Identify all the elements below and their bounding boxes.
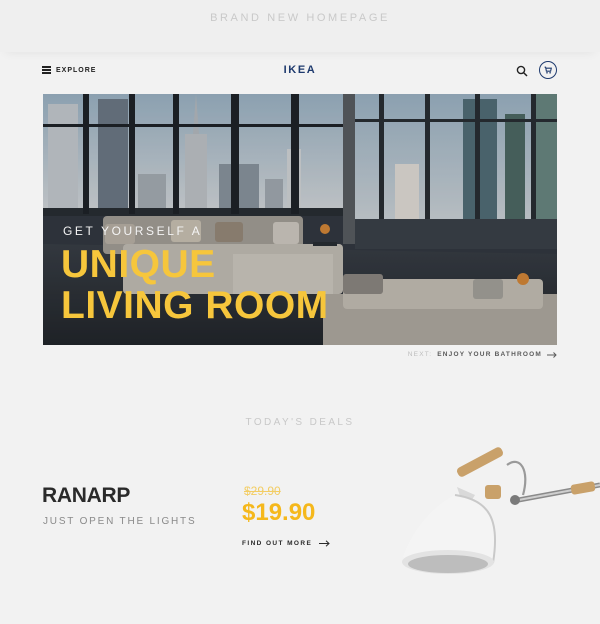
ikea-logo[interactable]: IKEA (275, 64, 325, 76)
deals-section-title: TODAY'S DEALS (245, 417, 355, 428)
lamp-product-image[interactable] (395, 445, 600, 585)
next-prefix: NEXT: (407, 351, 433, 358)
hero-banner[interactable]: GET YOURSELF A UNIQUE LIVING ROOM (43, 94, 557, 345)
hamburger-icon (42, 66, 51, 74)
top-banner: BRAND NEW HOMEPAGE (0, 0, 600, 52)
hero-title-line1: UNIQUE (61, 243, 216, 286)
find-out-more-link[interactable]: FIND OUT MORE (242, 540, 330, 547)
explore-menu-button[interactable]: EXPLORE (42, 66, 96, 74)
arrow-right-icon (319, 540, 330, 547)
current-price: $19.90 (242, 499, 316, 526)
search-icon[interactable] (516, 65, 528, 77)
product-tagline: JUST OPEN THE LIGHTS (43, 516, 197, 527)
cart-icon (544, 66, 552, 74)
explore-label: EXPLORE (56, 66, 97, 74)
next-slide-link[interactable]: NEXT: ENJOY YOUR BATHROOM (408, 351, 557, 358)
site-header: EXPLORE IKEA (42, 60, 558, 82)
hero-subtitle: GET YOURSELF A (63, 224, 203, 238)
arrow-right-icon (547, 351, 557, 358)
hero-title: UNIQUE LIVING ROOM (61, 244, 329, 326)
product-name: RANARP (42, 484, 131, 507)
next-slide-label: ENJOY YOUR BATHROOM (437, 351, 542, 358)
old-price: $29.90 (244, 484, 281, 498)
banner-title: BRAND NEW HOMEPAGE (210, 12, 390, 24)
hero-title-line2: LIVING ROOM (61, 284, 329, 327)
cart-button[interactable] (539, 61, 557, 79)
find-out-more-label: FIND OUT MORE (242, 540, 313, 547)
